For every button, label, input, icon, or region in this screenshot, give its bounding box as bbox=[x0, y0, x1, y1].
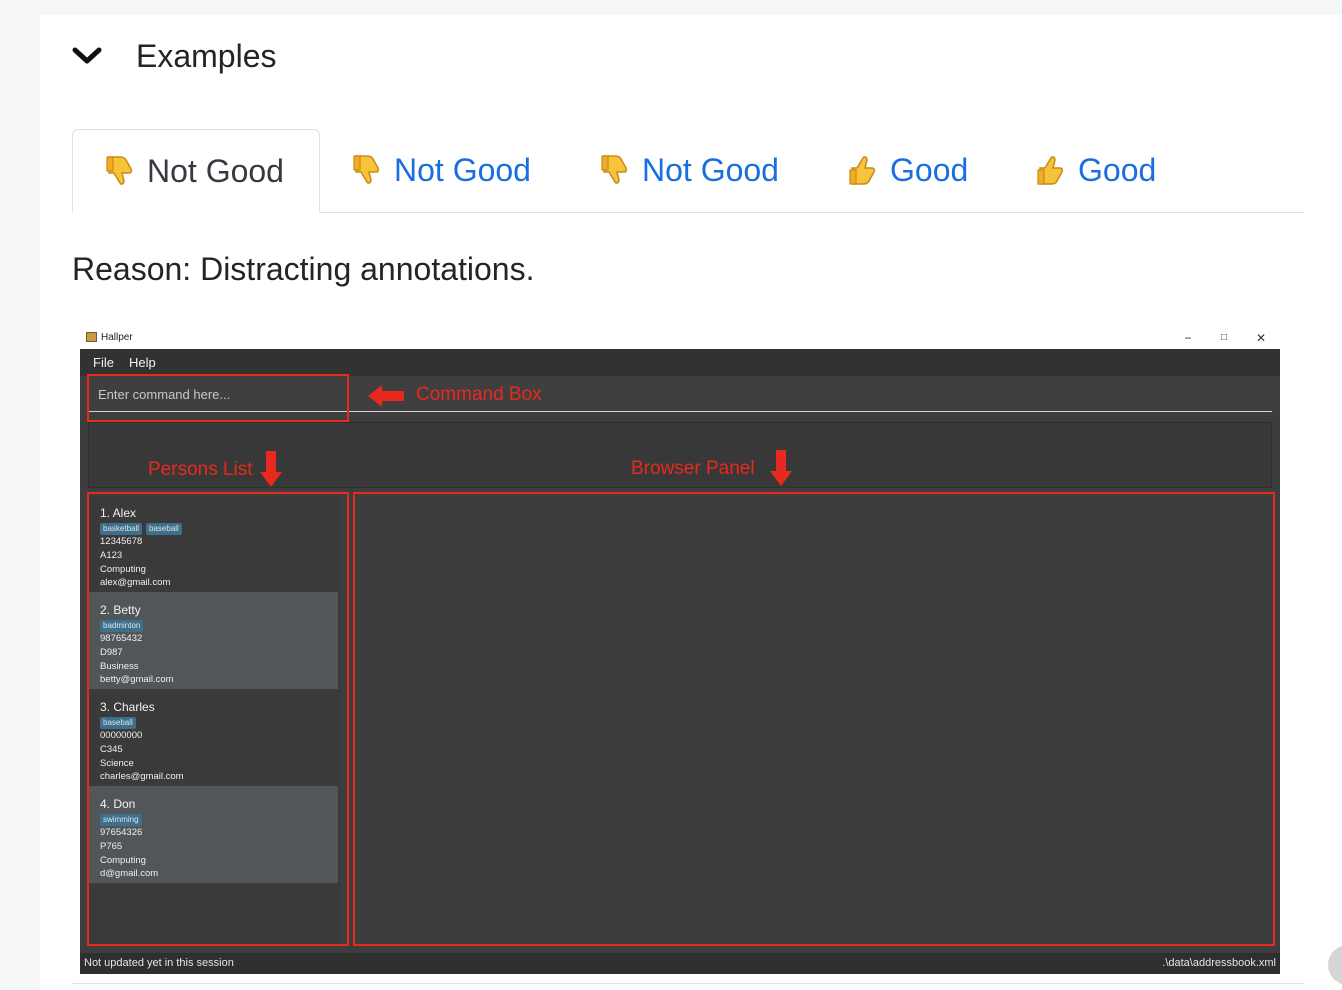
section-title: Examples bbox=[136, 38, 277, 74]
close-icon[interactable]: ✕ bbox=[1252, 329, 1270, 347]
minimize-icon[interactable]: − bbox=[1179, 329, 1197, 347]
command-box-highlight bbox=[87, 374, 349, 422]
save-location: .\data\addressbook.xml bbox=[1162, 957, 1276, 969]
tab-not-good-1[interactable]: Not Good bbox=[72, 129, 320, 213]
window-title: Hallper bbox=[101, 332, 133, 343]
thumbs-up-icon bbox=[1037, 156, 1064, 185]
section-toggle[interactable] bbox=[72, 36, 102, 76]
persons-list-label: Persons List bbox=[148, 459, 253, 480]
tab-good-2[interactable]: Good bbox=[1004, 129, 1192, 211]
thumbs-up-icon bbox=[849, 156, 876, 185]
status-bar: Not updated yet in this session .\data\a… bbox=[80, 953, 1280, 974]
arrow-down-icon bbox=[260, 451, 282, 487]
menu-help[interactable]: Help bbox=[129, 355, 156, 370]
tab-not-good-2[interactable]: Not Good bbox=[320, 129, 568, 211]
browser-panel-label: Browser Panel bbox=[631, 458, 755, 479]
divider bbox=[72, 983, 1304, 984]
thumbs-down-icon bbox=[353, 155, 380, 184]
tab-not-good-3[interactable]: Not Good bbox=[568, 129, 816, 211]
tab-label: Not Good bbox=[642, 151, 779, 188]
window-titlebar: Hallper − □ ✕ bbox=[80, 327, 1280, 349]
tab-label: Not Good bbox=[147, 152, 284, 189]
thumbs-down-icon bbox=[601, 155, 628, 184]
tab-good-1[interactable]: Good bbox=[816, 129, 1004, 211]
maximize-icon[interactable]: □ bbox=[1215, 329, 1233, 347]
browser-panel-highlight bbox=[353, 492, 1275, 946]
sync-status: Not updated yet in this session bbox=[84, 957, 234, 969]
chevron-down-icon[interactable] bbox=[72, 41, 102, 71]
tab-label: Not Good bbox=[394, 151, 531, 188]
tab-label: Good bbox=[1078, 151, 1157, 188]
reason-text: Reason: Distracting annotations. bbox=[72, 251, 535, 287]
menu-file[interactable]: File bbox=[93, 355, 114, 370]
arrow-left-icon bbox=[368, 385, 404, 407]
menu-bar: File Help bbox=[80, 349, 1280, 376]
app-logo-icon bbox=[86, 332, 97, 342]
command-box-label: Command Box bbox=[416, 384, 542, 405]
arrow-down-icon bbox=[770, 450, 792, 486]
thumbs-down-icon bbox=[106, 156, 133, 185]
tab-label: Good bbox=[890, 151, 969, 188]
tab-bar: Not Good Not Good Not Good Good Good bbox=[72, 129, 1304, 213]
persons-list-highlight bbox=[87, 492, 349, 946]
